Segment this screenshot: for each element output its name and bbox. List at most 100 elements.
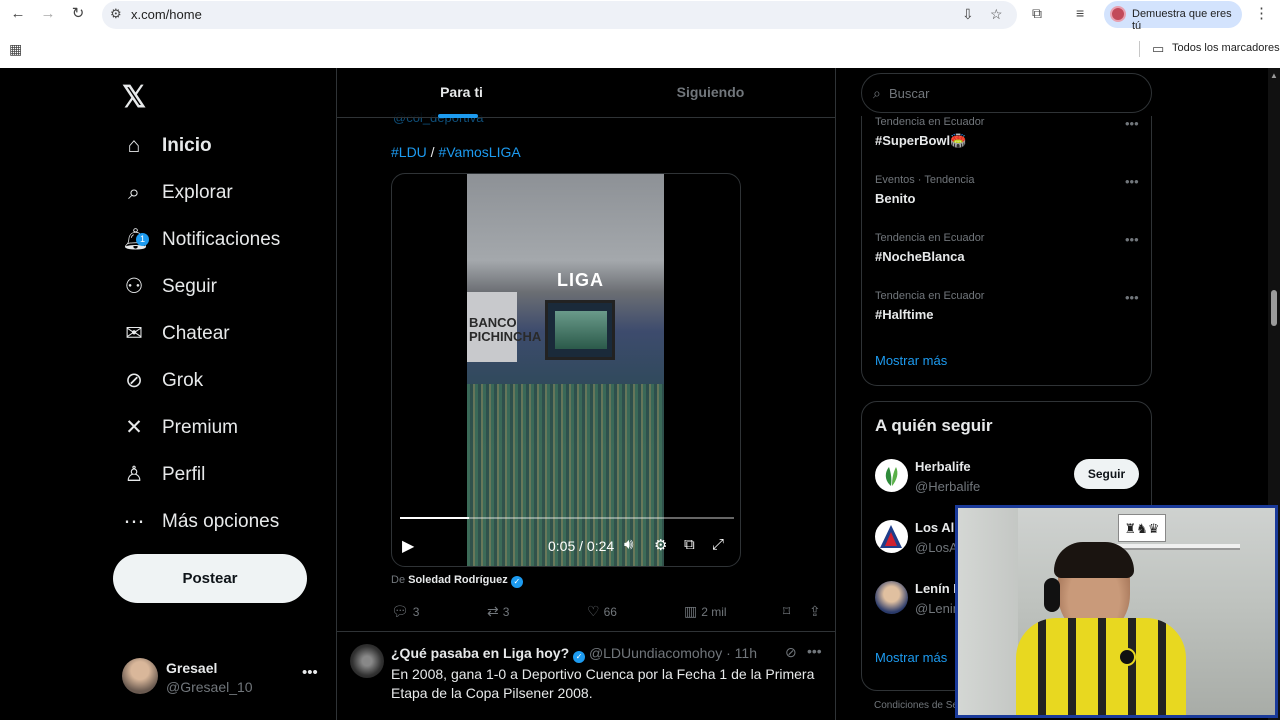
views-count: 2 mil <box>701 605 727 619</box>
nav-explore[interactable]: ⌕ Explorar <box>122 173 233 213</box>
apps-grid-icon[interactable]: ▦ <box>9 41 22 58</box>
nav-label: Inicio <box>162 135 212 156</box>
follow-suggestion[interactable]: Herbalife @Herbalife Seguir <box>875 459 1145 499</box>
scroll-up-arrow-icon[interactable]: ▲ <box>1270 71 1278 80</box>
trend-item[interactable]: Tendencia en Ecuador #SuperBowl🏟️ ••• <box>875 116 1145 156</box>
scoreboard-screen <box>555 311 607 349</box>
share-icon: ⇪ <box>809 603 821 619</box>
video-time: 0:05 / 0:24 <box>548 538 615 554</box>
follow-button[interactable]: Seguir <box>1074 459 1139 489</box>
video-player[interactable]: BANCO PICHINCHA LIGA ▶ 0:05 / 0:24 🔊︎ ⚙ … <box>391 173 741 567</box>
trend-item[interactable]: Tendencia en Ecuador #NocheBlanca ••• <box>875 232 1145 272</box>
more-horizontal-icon[interactable]: ••• <box>807 643 822 659</box>
hashtag-link[interactable]: #LDU <box>391 144 427 160</box>
nav-premium[interactable]: ✕ Premium <box>122 408 238 448</box>
x-logo-icon[interactable]: 𝕏 <box>122 80 146 115</box>
url-text[interactable]: x.com/home <box>131 7 202 22</box>
suggestion-name: Lenín I <box>915 581 957 596</box>
nav-notifications[interactable]: 🔔︎1 Notificaciones <box>122 220 280 260</box>
grok-icon[interactable]: ⊘ <box>785 644 797 661</box>
tweet-author-name[interactable]: ¿Qué pasaba en Liga hoy? <box>391 645 569 661</box>
video-progress-bar[interactable] <box>400 517 734 519</box>
nav-home[interactable]: ⌂ Inicio <box>122 126 212 166</box>
settings-gear-icon[interactable]: ⚙ <box>654 536 667 554</box>
play-icon[interactable]: ▶ <box>402 536 414 556</box>
verified-badge-icon: ✓ <box>510 576 523 588</box>
profile-chip[interactable]: Demuestra que eres tú <box>1104 1 1242 32</box>
reading-list-icon[interactable]: ≡ <box>1076 5 1084 21</box>
avatar <box>875 581 908 614</box>
post-button[interactable]: Postear <box>113 554 307 603</box>
more-horizontal-icon[interactable]: ••• <box>1125 232 1139 247</box>
address-bar[interactable]: ⚙ x.com/home ⇩ ☆ <box>102 1 1017 29</box>
install-app-icon[interactable]: ⇩ <box>962 6 974 23</box>
back-arrow-icon[interactable]: ← <box>8 4 28 24</box>
tweet-text: En 2008, gana 1-0 a Deportivo Cuenca por… <box>391 666 815 701</box>
timeline-tabs: Para ti Siguiendo <box>337 68 835 118</box>
suggestion-name: Herbalife <box>915 459 971 474</box>
notification-badge: 1 <box>136 233 149 246</box>
nav-label: Seguir <box>162 276 217 297</box>
views-chart-icon: ▥ <box>684 603 698 619</box>
repost-icon: ⇄ <box>487 603 499 619</box>
extensions-icon[interactable]: ⧉ <box>1032 5 1042 22</box>
tweet-time[interactable]: · 11h <box>726 645 757 661</box>
more-horizontal-icon[interactable]: ••• <box>1125 290 1139 305</box>
forward-arrow-icon[interactable]: → <box>38 4 58 24</box>
tab-for-you[interactable]: Para ti <box>337 68 586 118</box>
site-info-icon[interactable]: ⚙ <box>110 6 122 22</box>
nav-label: Explorar <box>162 182 233 203</box>
heart-icon: ♡ <box>587 603 600 619</box>
browser-menu-icon[interactable]: ⋮ <box>1254 4 1269 22</box>
tab-following[interactable]: Siguiendo <box>586 68 835 118</box>
show-more-trends-link[interactable]: Mostrar más <box>875 353 947 368</box>
hashtag-link[interactable]: #VamosLIGA <box>438 144 520 160</box>
account-name: Gresael <box>166 660 218 676</box>
folder-icon[interactable]: ▭ <box>1152 41 1164 57</box>
suggestion-handle: @LosA <box>915 540 958 555</box>
volume-icon[interactable]: 🔊︎ <box>624 536 633 553</box>
tweet[interactable]: ¿Qué pasaba en Liga hoy? ✓ @LDUundiacomo… <box>337 632 835 720</box>
bookmarks-divider <box>1139 41 1140 57</box>
reload-icon[interactable]: ↻ <box>68 4 88 24</box>
views-button[interactable]: ▥ 2 mil <box>684 603 727 620</box>
account-switcher[interactable]: Gresael @Gresael_10 ••• <box>122 658 332 698</box>
picture-in-picture-icon[interactable]: ⧉ <box>684 536 695 553</box>
search-box[interactable]: ⌕ <box>861 73 1152 113</box>
repost-count: 3 <box>502 605 510 619</box>
more-horizontal-icon[interactable]: ••• <box>302 664 318 681</box>
more-circle-icon: ⋯ <box>123 510 145 533</box>
webcam-overlay: ♜♞♛ <box>955 505 1278 718</box>
trend-item[interactable]: Eventos · Tendencia Benito ••• <box>875 174 1145 214</box>
trend-name: #Halftime <box>875 307 934 322</box>
tweet-author-handle[interactable]: @LDUundiacomohoy <box>589 645 722 661</box>
all-bookmarks-link[interactable]: Todos los marcadores <box>1172 42 1280 54</box>
like-button[interactable]: ♡ 66 <box>587 603 617 620</box>
footer-links[interactable]: Condiciones de Se <box>874 700 958 711</box>
from-author-link[interactable]: Soledad Rodríguez <box>408 574 508 586</box>
repost-button[interactable]: ⇄ 3 <box>487 603 509 620</box>
avatar <box>875 459 908 492</box>
search-input[interactable] <box>889 83 1139 103</box>
nav-profile[interactable]: ♙ Perfil <box>122 455 206 495</box>
reply-button[interactable]: 💬︎ 3 <box>391 603 419 620</box>
more-horizontal-icon[interactable]: ••• <box>1125 116 1139 131</box>
nav-follow[interactable]: ⚇ Seguir <box>122 267 217 307</box>
nav-chat[interactable]: ✉ Chatear <box>122 314 229 354</box>
stadium-banner: BANCO PICHINCHA <box>467 292 541 362</box>
more-horizontal-icon[interactable]: ••• <box>1125 174 1139 189</box>
account-handle: @Gresael_10 <box>166 679 253 695</box>
nav-grok[interactable]: ⊘ Grok <box>122 361 203 401</box>
bookmark-star-icon[interactable]: ☆ <box>990 6 1003 23</box>
trend-meta: Tendencia en Ecuador <box>875 116 985 128</box>
person-hair <box>1054 542 1134 578</box>
trend-item[interactable]: Tendencia en Ecuador #Halftime ••• <box>875 290 1145 330</box>
avatar[interactable] <box>350 644 384 678</box>
share-button[interactable]: ⇪ <box>809 603 825 620</box>
show-more-suggestions-link[interactable]: Mostrar más <box>875 650 947 665</box>
trend-name: Benito <box>875 191 916 206</box>
nav-more-options[interactable]: ⋯ Más opciones <box>122 502 280 542</box>
scrollbar-thumb[interactable] <box>1271 290 1277 326</box>
fullscreen-icon[interactable]: ⤢ <box>712 536 724 553</box>
bookmark-button[interactable]: ⌑ <box>783 603 794 620</box>
